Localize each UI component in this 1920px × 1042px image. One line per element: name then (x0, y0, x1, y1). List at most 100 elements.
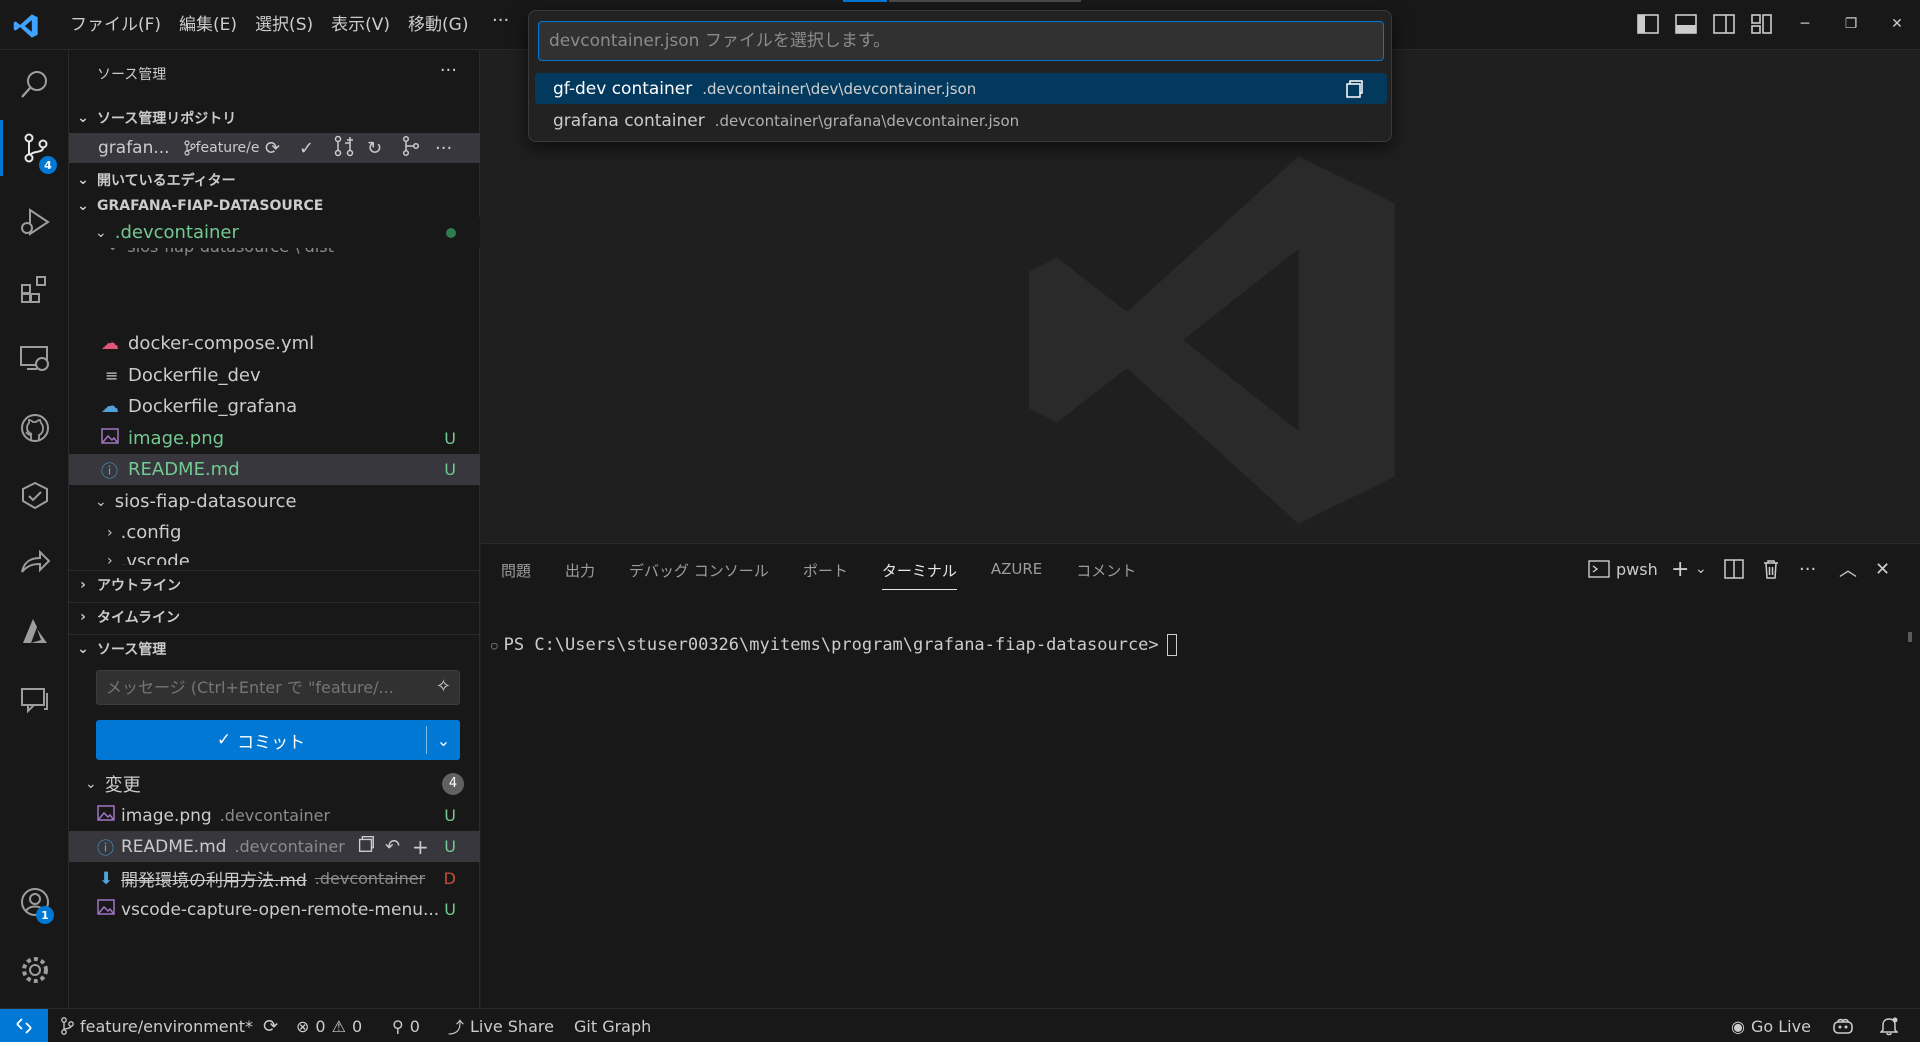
tree-folder-vscode[interactable]: › .vscode (69, 547, 480, 566)
git-graph-status[interactable]: Git Graph (574, 1009, 651, 1042)
sparkle-icon[interactable]: ✧ (436, 676, 451, 697)
explorer-search-icon[interactable] (0, 56, 69, 112)
quick-pick-item[interactable]: grafana container .devcontainer\grafana\… (535, 105, 1387, 136)
github-icon[interactable] (0, 400, 69, 456)
ports-status[interactable]: ⚲ 0 (392, 1009, 420, 1042)
section-folder[interactable]: ⌄ GRAFANA-FIAP-DATASOURCE (69, 192, 480, 220)
open-file-icon[interactable] (356, 834, 376, 859)
tab-terminal[interactable]: ターミナル (881, 560, 957, 590)
tab-comments[interactable]: コメント (1076, 560, 1136, 590)
repo-more-button[interactable]: ··· (435, 138, 452, 159)
change-item[interactable]: ⓘ README.md .devcontainer ↶ + U (69, 831, 480, 862)
tree-item-file[interactable]: ☁ Dockerfile_grafana (69, 391, 480, 422)
minimize-icon[interactable]: ─ (1782, 10, 1828, 38)
sync-icon[interactable]: ⟳ (263, 1016, 278, 1037)
tab-debug-console[interactable]: デバッグ コンソール (629, 560, 769, 590)
markdown-down-icon: ⬇ (99, 868, 114, 889)
tree-item-file[interactable]: ⓘ README.md U (69, 454, 480, 485)
toggle-secondary-sidebar-icon[interactable] (1710, 12, 1738, 36)
section-open-editors[interactable]: ⌄ 開いているエディター (69, 166, 480, 194)
maximize-panel-chevron-up-icon[interactable]: ︿ (1839, 556, 1857, 582)
tree-item-file[interactable]: ≡ Dockerfile_dev (69, 360, 480, 391)
problems-status[interactable]: ⊗ 0 ⚠ 0 (296, 1009, 362, 1042)
remote-indicator[interactable] (0, 1009, 48, 1042)
tab-output[interactable]: 出力 (565, 560, 595, 590)
commit-button[interactable]: ✓ コミット (96, 728, 426, 753)
extensions-icon[interactable] (0, 262, 69, 318)
stage-plus-icon[interactable]: + (412, 835, 429, 859)
menu-view[interactable]: 表示(V) (322, 12, 399, 38)
tab-ports[interactable]: ポート (803, 560, 848, 590)
repository-row[interactable]: grafan... feature/e ⟳ ✓ ↻ ··· (69, 133, 480, 163)
discard-icon[interactable]: ↶ (385, 836, 400, 857)
notifications-bell-icon[interactable] (1880, 1009, 1898, 1042)
tab-azure[interactable]: AZURE (991, 560, 1042, 590)
tab-problems[interactable]: 問題 (501, 560, 531, 590)
changes-count-badge: 4 (442, 772, 464, 795)
menu-more-button[interactable]: ··· (492, 10, 509, 31)
source-control-icon[interactable]: 4 (0, 120, 69, 176)
tree-folder-config[interactable]: › .config (69, 517, 480, 548)
menu-edit[interactable]: 編集(E) (170, 12, 246, 38)
quick-pick-item[interactable]: gf-dev container .devcontainer\dev\devco… (535, 73, 1387, 104)
copilot-icon[interactable] (1832, 1009, 1854, 1042)
close-panel-icon[interactable]: ✕ (1875, 556, 1890, 582)
sync-icon[interactable]: ⟳ (265, 138, 280, 159)
close-icon[interactable]: ✕ (1874, 10, 1920, 38)
change-item[interactable]: ⬇ 開発環境の利用方法.md .devcontainer D (69, 863, 480, 894)
tree-folder-sios[interactable]: ⌄ sios-fiap-datasource (69, 486, 480, 517)
split-terminal-icon[interactable] (1724, 556, 1744, 582)
quick-pick-item-label: gf-dev container (553, 78, 693, 99)
section-repositories[interactable]: ⌄ ソース管理リポジトリ (69, 104, 480, 132)
tree-folder-devcontainer[interactable]: ⌄ .devcontainer (69, 217, 480, 248)
menu-go[interactable]: 移動(G) (399, 12, 477, 38)
open-file-icon[interactable] (1343, 78, 1365, 100)
toggle-primary-sidebar-icon[interactable] (1634, 12, 1662, 36)
chevron-down-icon[interactable]: ⌄ (1695, 556, 1707, 582)
pull-request-icon[interactable] (333, 135, 355, 162)
menu-file[interactable]: ファイル(F) (61, 12, 170, 38)
trash-icon[interactable] (1762, 556, 1780, 582)
live-share-icon[interactable] (0, 536, 69, 592)
run-debug-icon[interactable] (0, 194, 69, 250)
quick-pick-input[interactable] (538, 21, 1384, 61)
warning-count: 0 (351, 1016, 363, 1036)
terminal-output[interactable]: ○ PS C:\Users\stuser00326\myitems\progra… (491, 634, 1177, 656)
tree-item-file[interactable]: image.png U (69, 423, 480, 454)
branch-status[interactable]: feature/environment* ⟳ (60, 1009, 278, 1042)
section-outline[interactable]: › アウトライン (69, 570, 480, 598)
repo-branch[interactable]: feature/e (183, 140, 259, 156)
panel-more-button[interactable]: ··· (1799, 556, 1816, 582)
settings-gear-icon[interactable] (0, 942, 69, 998)
restore-icon[interactable]: ❐ (1828, 10, 1874, 38)
section-source-control[interactable]: ⌄ ソース管理 (69, 634, 480, 662)
customize-layout-icon[interactable] (1748, 12, 1776, 36)
commit-dropdown-chevron-icon[interactable]: ⌄ (427, 731, 460, 750)
new-terminal-plus-icon[interactable]: + (1671, 556, 1689, 582)
window-controls: ─ ❐ ✕ (1782, 10, 1920, 38)
azure-icon[interactable] (0, 604, 69, 660)
terminal-scrollbar[interactable] (1908, 632, 1912, 642)
refresh-icon[interactable]: ↻ (367, 138, 382, 159)
remote-explorer-icon[interactable] (0, 330, 69, 386)
menu-selection[interactable]: 選択(S) (246, 12, 322, 38)
comments-icon[interactable] (0, 672, 69, 728)
terminal-icon (1588, 560, 1610, 578)
commit-check-icon[interactable]: ✓ (299, 138, 314, 159)
sidebar-more-button[interactable]: ··· (440, 60, 457, 81)
go-live-status[interactable]: ◉ Go Live (1731, 1009, 1811, 1042)
commit-message-input[interactable] (97, 671, 417, 704)
git-graph-icon[interactable] (401, 135, 421, 162)
live-share-status[interactable]: ⤴ Live Share (448, 1009, 554, 1042)
accounts-icon[interactable]: 1 (0, 874, 69, 930)
terminal-shell-selector[interactable]: pwsh (1588, 556, 1658, 582)
kubernetes-icon[interactable] (0, 468, 69, 524)
changes-header[interactable]: ⌄ 変更 4 (69, 768, 480, 799)
tree-item-file[interactable]: ☁ docker-compose.yml (69, 328, 480, 359)
section-timeline[interactable]: › タイムライン (69, 602, 480, 630)
tree-item-label: .devcontainer (114, 222, 239, 243)
change-item[interactable]: vscode-capture-open-remote-menu... U (69, 894, 480, 925)
change-item[interactable]: image.png .devcontainer U (69, 800, 480, 831)
tree-item-label: image.png (128, 428, 225, 449)
toggle-panel-icon[interactable] (1672, 12, 1700, 36)
